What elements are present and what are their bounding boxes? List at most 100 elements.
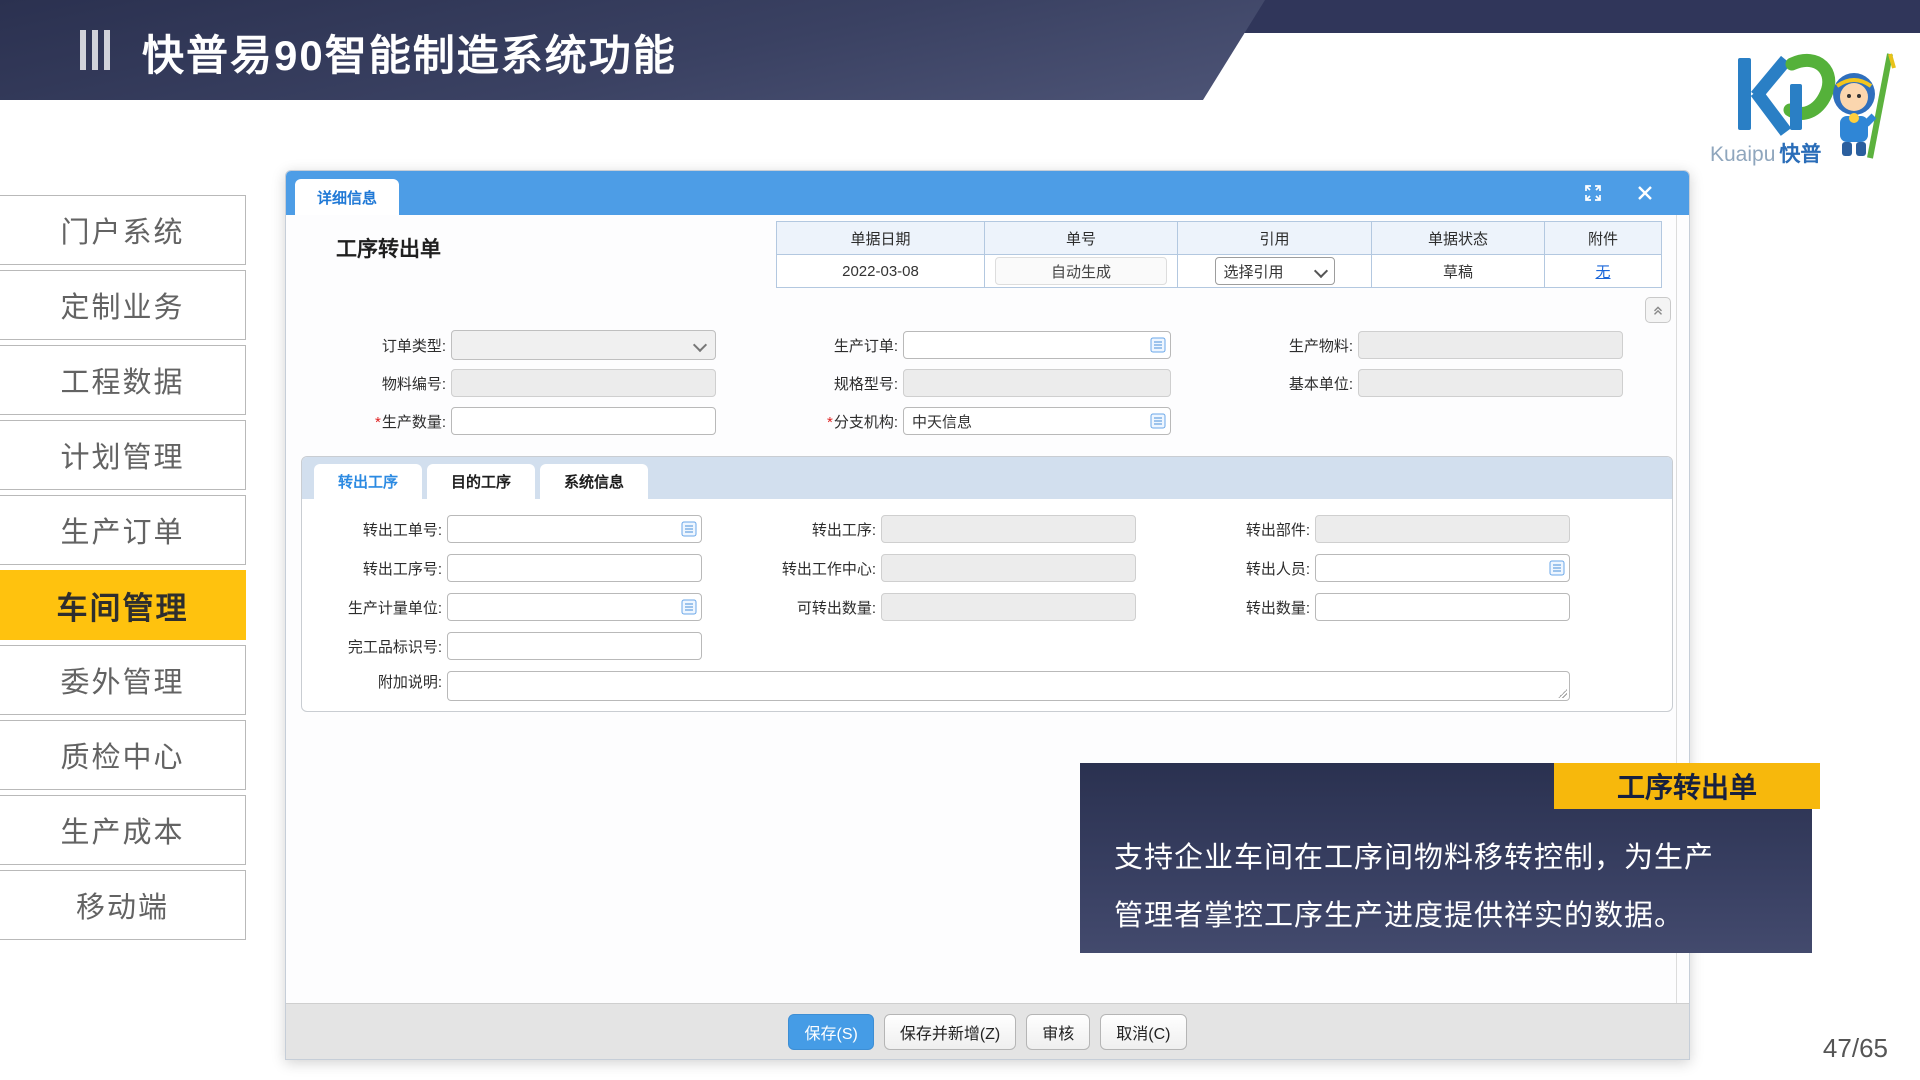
sidebar-item-custom-business[interactable]: 定制业务 <box>0 270 246 340</box>
transfer-qty-input[interactable] <box>1315 593 1570 621</box>
reference-select-value: 选择引用 <box>1224 261 1284 282</box>
sidebar-item-quality-center[interactable]: 质检中心 <box>0 720 246 790</box>
order-type-select[interactable] <box>451 330 716 360</box>
process-tab-panel: 转出工序 目的工序 系统信息 转出工单号: 转出工序: <box>301 456 1673 712</box>
sidebar-item-outsourcing[interactable]: 委外管理 <box>0 645 246 715</box>
expand-icon[interactable] <box>1583 183 1603 203</box>
kuaipu-logo: Kuaipu 快普 <box>1704 52 1904 176</box>
kuaipu-mascot <box>1833 54 1894 158</box>
feature-callout: 工序转出单 支持企业车间在工序间物料移转控制，为生产 管理者掌控工序生产进度提供… <box>1080 763 1812 953</box>
reference-cell: 选择引用 <box>1178 255 1372 288</box>
field-spec-model: 规格型号: <box>786 369 1171 397</box>
sidebar-item-production-order[interactable]: 生产订单 <box>0 495 246 565</box>
col-attachment: 附件 <box>1545 222 1662 255</box>
doc-date-value: 2022-03-08 <box>777 255 985 288</box>
field-transfer-person: 转出人员: <box>1198 554 1570 582</box>
field-production-qty: *生产数量: <box>334 407 716 435</box>
transfer-workcenter-input <box>881 554 1136 582</box>
slide: 快普易90智能制造系统功能 K <box>0 0 1920 1080</box>
field-production-material: 生产物料: <box>1241 331 1623 359</box>
transfer-workorder-no-input[interactable] <box>447 515 702 543</box>
logo-name-cn: 快普 <box>1779 138 1821 168</box>
col-doc-status: 单据状态 <box>1372 222 1545 255</box>
field-transfer-qty: 转出数量: <box>1198 593 1570 621</box>
save-button[interactable]: 保存(S) <box>788 1014 873 1050</box>
tab-target-process[interactable]: 目的工序 <box>427 464 535 499</box>
field-transferable-qty: 可转出数量: <box>764 593 1136 621</box>
field-additional-notes: 附加说明: <box>330 671 1570 703</box>
field-transfer-process: 转出工序: <box>764 515 1136 543</box>
field-order-type: 订单类型: <box>334 331 716 359</box>
transfer-process-input <box>881 515 1136 543</box>
tab-strip: 转出工序 目的工序 系统信息 <box>302 457 1672 499</box>
col-doc-no: 单号 <box>985 222 1178 255</box>
close-icon[interactable] <box>1635 183 1655 203</box>
dialog-titlebar: 详细信息 <box>286 171 1689 215</box>
production-qty-input[interactable] <box>451 407 716 435</box>
transfer-process-no-input[interactable] <box>447 554 702 582</box>
list-lookup-icon[interactable] <box>681 599 697 615</box>
double-chevron-up-icon <box>1651 303 1665 317</box>
tab-detail-info[interactable]: 详细信息 <box>295 179 399 215</box>
spec-model-input <box>903 369 1171 397</box>
sidebar-item-portal[interactable]: 门户系统 <box>0 195 246 265</box>
field-material-no: 物料编号: <box>334 369 716 397</box>
field-branch-org: *分支机构: <box>786 407 1171 435</box>
field-production-uom: 生产计量单位: <box>330 593 702 621</box>
list-lookup-icon[interactable] <box>1150 413 1166 429</box>
list-lookup-icon[interactable] <box>1549 560 1565 576</box>
attachment-cell: 无 <box>1545 255 1662 288</box>
field-transfer-process-no: 转出工序号: <box>330 554 702 582</box>
doc-status-value: 草稿 <box>1372 255 1545 288</box>
doc-no-value: 自动生成 <box>995 257 1167 285</box>
field-transfer-workorder-no: 转出工单号: <box>330 515 702 543</box>
chevron-down-icon <box>1313 264 1327 278</box>
audit-button[interactable]: 审核 <box>1026 1014 1090 1050</box>
finished-id-no-input[interactable] <box>447 632 702 660</box>
doc-no-cell: 自动生成 <box>985 255 1178 288</box>
production-order-input[interactable] <box>903 331 1171 359</box>
kuaipu-logo-text: Kuaipu 快普 <box>1710 138 1821 168</box>
cancel-button[interactable]: 取消(C) <box>1100 1014 1186 1050</box>
transfer-out-form: 转出工单号: 转出工序: 转出部件: 转出工序号: <box>330 515 1598 703</box>
production-material-input <box>1358 331 1623 359</box>
list-lookup-icon[interactable] <box>1150 337 1166 353</box>
callout-line-2: 管理者掌控工序生产进度提供祥实的数据。 <box>1114 887 1782 945</box>
reference-select[interactable]: 选择引用 <box>1215 257 1335 285</box>
list-lookup-icon[interactable] <box>681 521 697 537</box>
chevron-down-icon <box>693 338 707 352</box>
header-bars-icon <box>80 30 110 70</box>
logo-name-en: Kuaipu <box>1710 143 1775 167</box>
collapse-panel-button[interactable] <box>1645 297 1671 323</box>
field-transfer-part: 转出部件: <box>1198 515 1570 543</box>
field-production-order: 生产订单: <box>786 331 1171 359</box>
callout-line-1: 支持企业车间在工序间物料移转控制，为生产 <box>1114 829 1782 887</box>
sidebar: 门户系统 定制业务 工程数据 计划管理 生产订单 车间管理 委外管理 质检中心 … <box>0 195 246 945</box>
resize-handle-icon[interactable] <box>1558 689 1567 698</box>
tab-system-info[interactable]: 系统信息 <box>540 464 648 499</box>
document-top-form: 订单类型: 生产订单: 生产物料: 物料编号: <box>334 331 1623 435</box>
col-doc-date: 单据日期 <box>777 222 985 255</box>
sidebar-item-plan-management[interactable]: 计划管理 <box>0 420 246 490</box>
transfer-person-input[interactable] <box>1315 554 1570 582</box>
additional-notes-textarea[interactable] <box>447 671 1570 701</box>
sidebar-item-mobile[interactable]: 移动端 <box>0 870 246 940</box>
form-title: 工序转出单 <box>336 233 441 263</box>
attachment-link[interactable]: 无 <box>1595 264 1610 281</box>
branch-org-input[interactable] <box>903 407 1171 435</box>
tab-transfer-out-process[interactable]: 转出工序 <box>314 464 422 499</box>
production-uom-input[interactable] <box>447 593 702 621</box>
document-header-table: 单据日期 单号 引用 单据状态 附件 2022-03-08 自动生成 选择引用 … <box>776 221 1662 288</box>
sidebar-item-production-cost[interactable]: 生产成本 <box>0 795 246 865</box>
col-reference: 引用 <box>1178 222 1372 255</box>
page-number: 47/65 <box>1823 1033 1888 1064</box>
sidebar-item-engineering-data[interactable]: 工程数据 <box>0 345 246 415</box>
field-base-unit: 基本单位: <box>1241 369 1623 397</box>
save-and-new-button[interactable]: 保存并新增(Z) <box>884 1014 1016 1050</box>
material-no-input <box>451 369 716 397</box>
sidebar-item-workshop-management[interactable]: 车间管理 <box>0 570 246 640</box>
callout-title: 工序转出单 <box>1554 763 1820 809</box>
field-finished-id-no: 完工品标识号: <box>330 632 702 660</box>
field-transfer-workcenter: 转出工作中心: <box>764 554 1136 582</box>
dialog-footer: 保存(S) 保存并新增(Z) 审核 取消(C) <box>286 1003 1689 1059</box>
